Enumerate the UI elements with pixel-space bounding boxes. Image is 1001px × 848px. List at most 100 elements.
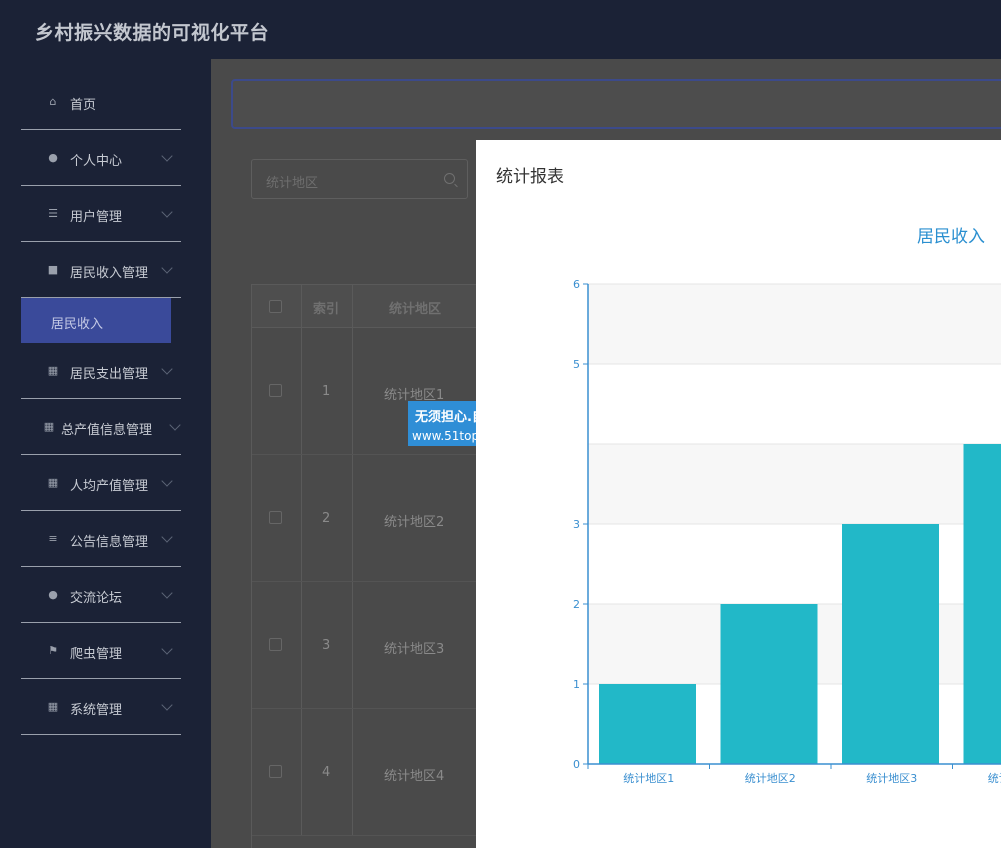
user-icon: ● [48,151,58,164]
chevron-down-icon [161,262,173,274]
y-tick-label: 1 [573,678,580,691]
sidebar-item-5[interactable]: ▦ 总产值信息管理 [21,399,181,455]
sidebar-item-9[interactable]: ⚑ 爬虫管理 [21,623,181,679]
sidebar-item-label: 居民收入管理 [70,266,149,281]
income-bar-chart: 居民收入 0 1 2 3 5 6 统计地区1 统计地区2 统计地区3 统计地区4 [573,227,1001,785]
select-all-checkbox[interactable] [269,300,282,313]
column-divider [352,455,353,581]
x-tick-label: 统计地区3 [866,772,917,785]
row-checkbox[interactable] [269,384,282,397]
header-index: 索引 [313,302,340,317]
bar [720,604,818,764]
sidebar-item-label: 首页 [70,98,97,113]
column-divider [352,709,353,835]
row-checkbox[interactable] [269,511,282,524]
top-bar [231,79,1001,129]
grid-band [588,444,1001,524]
bar [599,684,696,764]
home-icon: ⌂ [49,95,57,108]
table-header: 索引 统计地区 [252,284,477,328]
sidebar-item-label: 总产值信息管理 [61,423,153,438]
list-icon: ☰ [48,207,58,220]
x-tick-label: 统计地区1 [623,772,674,785]
report-dialog: 统计报表 居民收入 0 1 2 3 5 6 统计地区1 统计地区2 统计地区3 统计地区4 [476,140,1001,848]
grid-icon: ▦ [47,700,59,713]
sidebar-item-label: 人均产值管理 [70,479,149,494]
column-divider [301,582,302,708]
chevron-down-icon [161,206,173,218]
submenu-container: 居民收入 [21,298,181,343]
row-checkbox[interactable] [269,765,282,778]
chart-title: 居民收入 [917,227,985,247]
sidebar-item-label: 爬虫管理 [70,647,123,662]
y-tick-label: 6 [573,278,580,291]
sidebar-item-2[interactable]: ☰ 用户管理 [21,186,181,242]
user-icon: ● [48,588,58,601]
table-row[interactable]: 2 统计地区2 [252,455,477,582]
chevron-down-icon [161,150,173,162]
sidebar-item-label: 交流论坛 [70,591,123,606]
grid-band [588,284,1001,364]
row-index: 3 [322,638,331,653]
column-divider [301,709,302,835]
submenu-item-active[interactable]: 居民收入 [21,298,171,343]
bar [963,444,1001,764]
grid-icon: ▦ [47,476,59,489]
x-tick-label: 统计地区2 [745,772,796,785]
checkbox-icon: ■ [47,263,59,276]
search-icon[interactable] [444,173,455,184]
chevron-down-icon [169,419,181,431]
column-divider [301,455,302,581]
chevron-down-icon [161,643,173,655]
grid-icon: ▦ [47,364,59,377]
column-divider [301,328,302,454]
sliders-icon: ≡ [48,532,58,545]
y-tick-label: 2 [573,598,580,611]
row-index: 4 [322,765,331,780]
y-tick-label: 3 [573,518,580,531]
header-area: 统计地区 [389,302,442,317]
column-divider [352,328,353,454]
table-row[interactable]: 4 统计地区4 [252,709,477,836]
chevron-down-icon [161,587,173,599]
column-divider [352,285,353,327]
sidebar-item-0[interactable]: ⌂ 首页 [21,74,181,130]
app-header: 乡村振兴数据的可视化平台 [0,0,1001,59]
sidebar-item-10[interactable]: ▦ 系统管理 [21,679,181,735]
search-placeholder: 统计地区 [266,176,319,191]
grid-icon: ▦ [43,420,55,433]
y-tick-label: 5 [573,358,580,371]
sidebar-item-1[interactable]: ● 个人中心 [21,130,181,186]
sidebar-item-4[interactable]: ▦ 居民支出管理 [21,343,181,399]
row-index: 1 [322,384,331,399]
sidebar-menu: ⌂ 首页 ● 个人中心 ☰ 用户管理 ■ 居民收入管理 居民收入 ▦ 居民支出管理 ▦ 总产值信息管理 ▦… [21,74,181,735]
sidebar-item-3[interactable]: ■ 居民收入管理 [21,242,181,298]
sidebar-item-label: 公告信息管理 [70,535,149,550]
chevron-down-icon [161,699,173,711]
data-table: 索引 统计地区 1 统计地区1 2 统计地区2 3 统计地区3 4 统计地区4 [251,284,477,848]
sidebar: ⌂ 首页 ● 个人中心 ☰ 用户管理 ■ 居民收入管理 居民收入 ▦ 居民支出管理 ▦ 总产值信息管理 ▦… [0,59,211,848]
dialog-title: 统计报表 [496,167,564,187]
bar [842,524,939,764]
sidebar-item-6[interactable]: ▦ 人均产值管理 [21,455,181,511]
row-area: 统计地区3 [384,642,445,657]
row-index: 2 [322,511,331,526]
app-title: 乡村振兴数据的可视化平台 [35,22,270,44]
sidebar-item-label: 系统管理 [70,703,123,718]
table-row[interactable]: 3 统计地区3 [252,582,477,709]
sidebar-item-8[interactable]: ● 交流论坛 [21,567,181,623]
sidebar-item-7[interactable]: ≡ 公告信息管理 [21,511,181,567]
sidebar-item-label: 个人中心 [70,154,123,169]
x-tick-label: 统计地区4 [988,772,1001,785]
y-tick-label: 0 [573,758,580,771]
chevron-down-icon [161,363,173,375]
sidebar-item-label: 居民支出管理 [70,367,149,382]
row-area: 统计地区2 [384,515,445,530]
column-divider [301,285,302,327]
row-area: 统计地区4 [384,769,445,784]
flag-icon: ⚑ [48,644,58,657]
sidebar-item-label: 用户管理 [70,210,123,225]
column-divider [352,582,353,708]
search-input[interactable]: 统计地区 [251,159,468,199]
row-checkbox[interactable] [269,638,282,651]
